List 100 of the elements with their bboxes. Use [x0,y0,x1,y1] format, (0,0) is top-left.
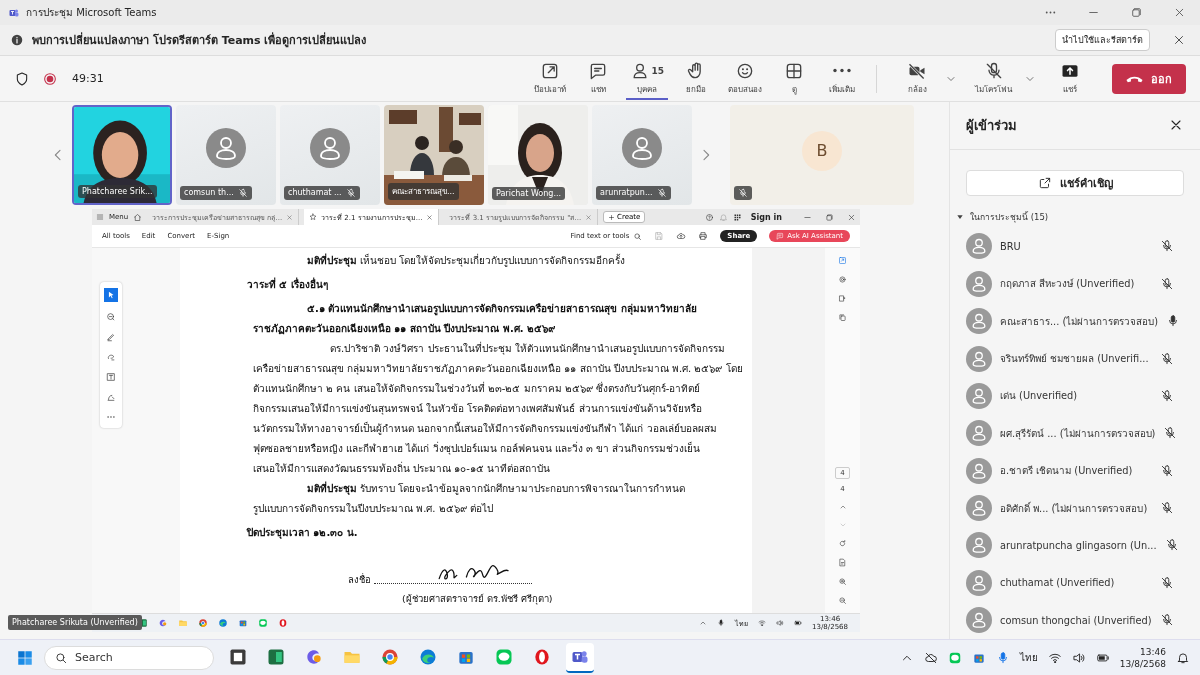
cloud-icon[interactable] [923,650,938,665]
participant-name[interactable]: กฤดภาส สีหะวงษ์ (Unverified) [1000,276,1152,292]
search-icon[interactable] [633,231,643,241]
video-tile[interactable]: Parichat Wong... [488,104,588,205]
popout-button[interactable]: ป๊อปเอาท์ [530,57,571,100]
participant-name[interactable]: arunratpuncha glingasorn (Un... [1000,539,1157,551]
participant-name: chuthamat ... [288,188,342,197]
search-icon [54,650,68,665]
print-icon[interactable] [698,231,709,241]
avatar-icon [310,127,350,168]
mic-off-icon [738,187,748,198]
text-box-icon[interactable] [106,372,116,382]
document-line: รูปแบบการจัดกิจกรรมในปีงบประมาณ พ.ศ. ๒๕๖๙ ต่อไป [252,502,494,517]
restart-button[interactable]: นำไปใช้และรีสตาร์ต [1055,29,1150,51]
volume-icon [776,619,785,627]
comment-icon[interactable] [106,312,116,322]
start-icon[interactable] [16,648,34,667]
zoom-out-icon[interactable] [838,596,847,605]
camera-button[interactable]: กล้อง [897,57,937,100]
document-line: ดร.ปาริชาติ วงษ์วิศรา ประธานในที่ประชุม ให้ตัวแทนนักศึกษานำเสนอรูปแบบการจัดกิจกรรม [329,340,726,357]
pointer-icon[interactable] [104,288,118,302]
participant-name[interactable]: คณะสาธาร... (ไม่ผ่านการตรวจสอบ) [1000,313,1159,329]
mic-button[interactable]: ไมโครโฟน [971,57,1016,100]
share-button[interactable]: แชร์ [1050,57,1090,100]
taskbar-app-button[interactable] [566,642,594,673]
participant-name[interactable]: เด่น (Unverified) [1000,388,1152,404]
avatar-icon [966,569,992,596]
participant-name[interactable]: ผศ.สุรีรัตน์ ... (ไม่ผ่านการตรวจสอบ) [1000,425,1156,441]
tray-app-icon[interactable] [947,650,962,665]
video-tile[interactable]: คณะสาธารณสุข... [384,104,484,205]
video-tile[interactable]: B [730,104,914,205]
hand-button[interactable]: ยกมือ [676,57,716,100]
stamp-icon[interactable] [106,392,116,402]
expand-icon[interactable] [956,212,964,221]
video-tile[interactable]: comsun th... [176,104,276,205]
name-tooltip: Phatcharee Srikuta (Unverified) [8,615,142,630]
document-line: ราชภัฏภาคตะวันออกเฉียงเหนือ ๑๑ สถาบัน ปีงบประมาณ พ.ศ. ๒๕๖๙ [252,322,556,337]
upload-icon[interactable] [676,231,687,241]
participant-name[interactable]: อ.ชาตรี เชิดนาม (Unverified) [1000,463,1152,479]
document-line: วาระที่ ๕ เรื่องอื่นๆ [246,276,329,292]
video-tile[interactable]: chuthamat ... [280,104,380,205]
grid-button[interactable]: ดู [774,57,814,100]
chevron-up-icon[interactable] [838,503,847,511]
pen-icon[interactable] [106,332,116,342]
browser-icon [218,618,228,628]
volume-icon[interactable] [1071,650,1086,665]
participant-name: arunratpun... [600,188,653,197]
help-icon[interactable] [704,212,714,222]
chevron-up-icon [699,619,708,627]
avatar-icon [966,382,992,409]
document-line: มติที่ประชุม รับทราบ โดยจะนำข้อมูลจากนักศึกษามาประกอบการพิจารณาในการกำหนด [306,480,687,497]
avatar-initial: B [802,130,842,171]
participant-name[interactable]: จรินทร์ทิพย์ ชมชายผล (Unverifi... [1000,351,1152,366]
smiley-icon [735,61,755,81]
restore-icon[interactable] [1130,6,1143,19]
rotate-icon[interactable] [838,539,847,548]
copy-icon[interactable] [838,313,847,322]
at-sign-icon[interactable] [838,275,847,284]
section-header[interactable]: ในการประชุมนี้ (15) [970,209,1049,224]
leave-button[interactable]: ออก [1112,63,1186,94]
clock-date[interactable]: 13/8/2568 [1119,657,1166,670]
video-tile[interactable]: Phatcharee Srik... [72,104,172,205]
share-icon [1037,175,1052,190]
avatar-icon [966,495,992,522]
people-button[interactable]: 15 บุคคล [626,57,668,100]
smile-button[interactable]: ตอบสนอง [724,57,766,100]
video-tile[interactable]: arunratpun... [592,104,692,205]
participant-count: 15 [651,66,664,76]
search-field[interactable]: Search [44,645,214,670]
zoom-in-icon[interactable] [838,577,847,586]
clock-time[interactable]: 13:46 [1140,645,1166,658]
grid-icon [784,61,804,81]
star-icon[interactable] [309,213,318,221]
close-icon[interactable] [1172,33,1186,47]
avatar-icon [966,270,992,297]
sign-in-link[interactable]: Sign in [750,212,782,222]
more-icon [832,68,852,73]
share-invite-button[interactable]: แชร์คำเชิญ [966,169,1184,196]
document-line: นวัตกรรมให้ทางอาจารย์เป็นผู้กำหนด นอกจากนี้เสนอให้มีการจัดกิจกรรมแข่งขันกีฬา ได้แก่ วอลเล่ย์บอลผสม [252,420,718,437]
camera-off-icon [907,61,927,81]
restore-icon[interactable] [825,212,834,222]
ai-panel-icon[interactable] [838,256,847,265]
participant-name[interactable]: comsun thongchai (Unverified) [1000,614,1152,626]
bookmark-icon[interactable] [838,294,847,303]
lasso-icon[interactable] [106,352,116,362]
language-indicator[interactable]: ไทย [1019,650,1038,665]
notification-icon[interactable] [1176,650,1190,665]
chat-button[interactable]: แชท [578,57,619,100]
participant-name: คณะสาธารณสุข... [392,185,455,198]
participant-name[interactable]: อดิศักดิ์ พ... (ไม่ผ่านการตรวจสอบ) [1000,500,1152,516]
plus-icon [608,213,616,221]
document-line: ๕.๑ ตัวแทนนักศึกษานำเสนอรูปแบบการจัดกิจกรรมเครือข่ายสาธารณสุข กลุ่มมหาวิทยาลัย [306,302,698,318]
participant-name[interactable]: chuthamat (Unverified) [1000,577,1152,589]
dots-button[interactable]: เพิ่มเติม [822,57,862,100]
meeting-timer: 49:31 [72,72,104,85]
participant-name[interactable]: BRU [1000,240,1152,252]
signatory-name: (ผู้ช่วยศาสตราจารย์ ดร.พัชรี ศรีกุตา) [402,592,554,606]
document-icon[interactable] [838,558,847,567]
apps-icon[interactable] [732,212,742,222]
home-icon[interactable] [133,212,143,222]
